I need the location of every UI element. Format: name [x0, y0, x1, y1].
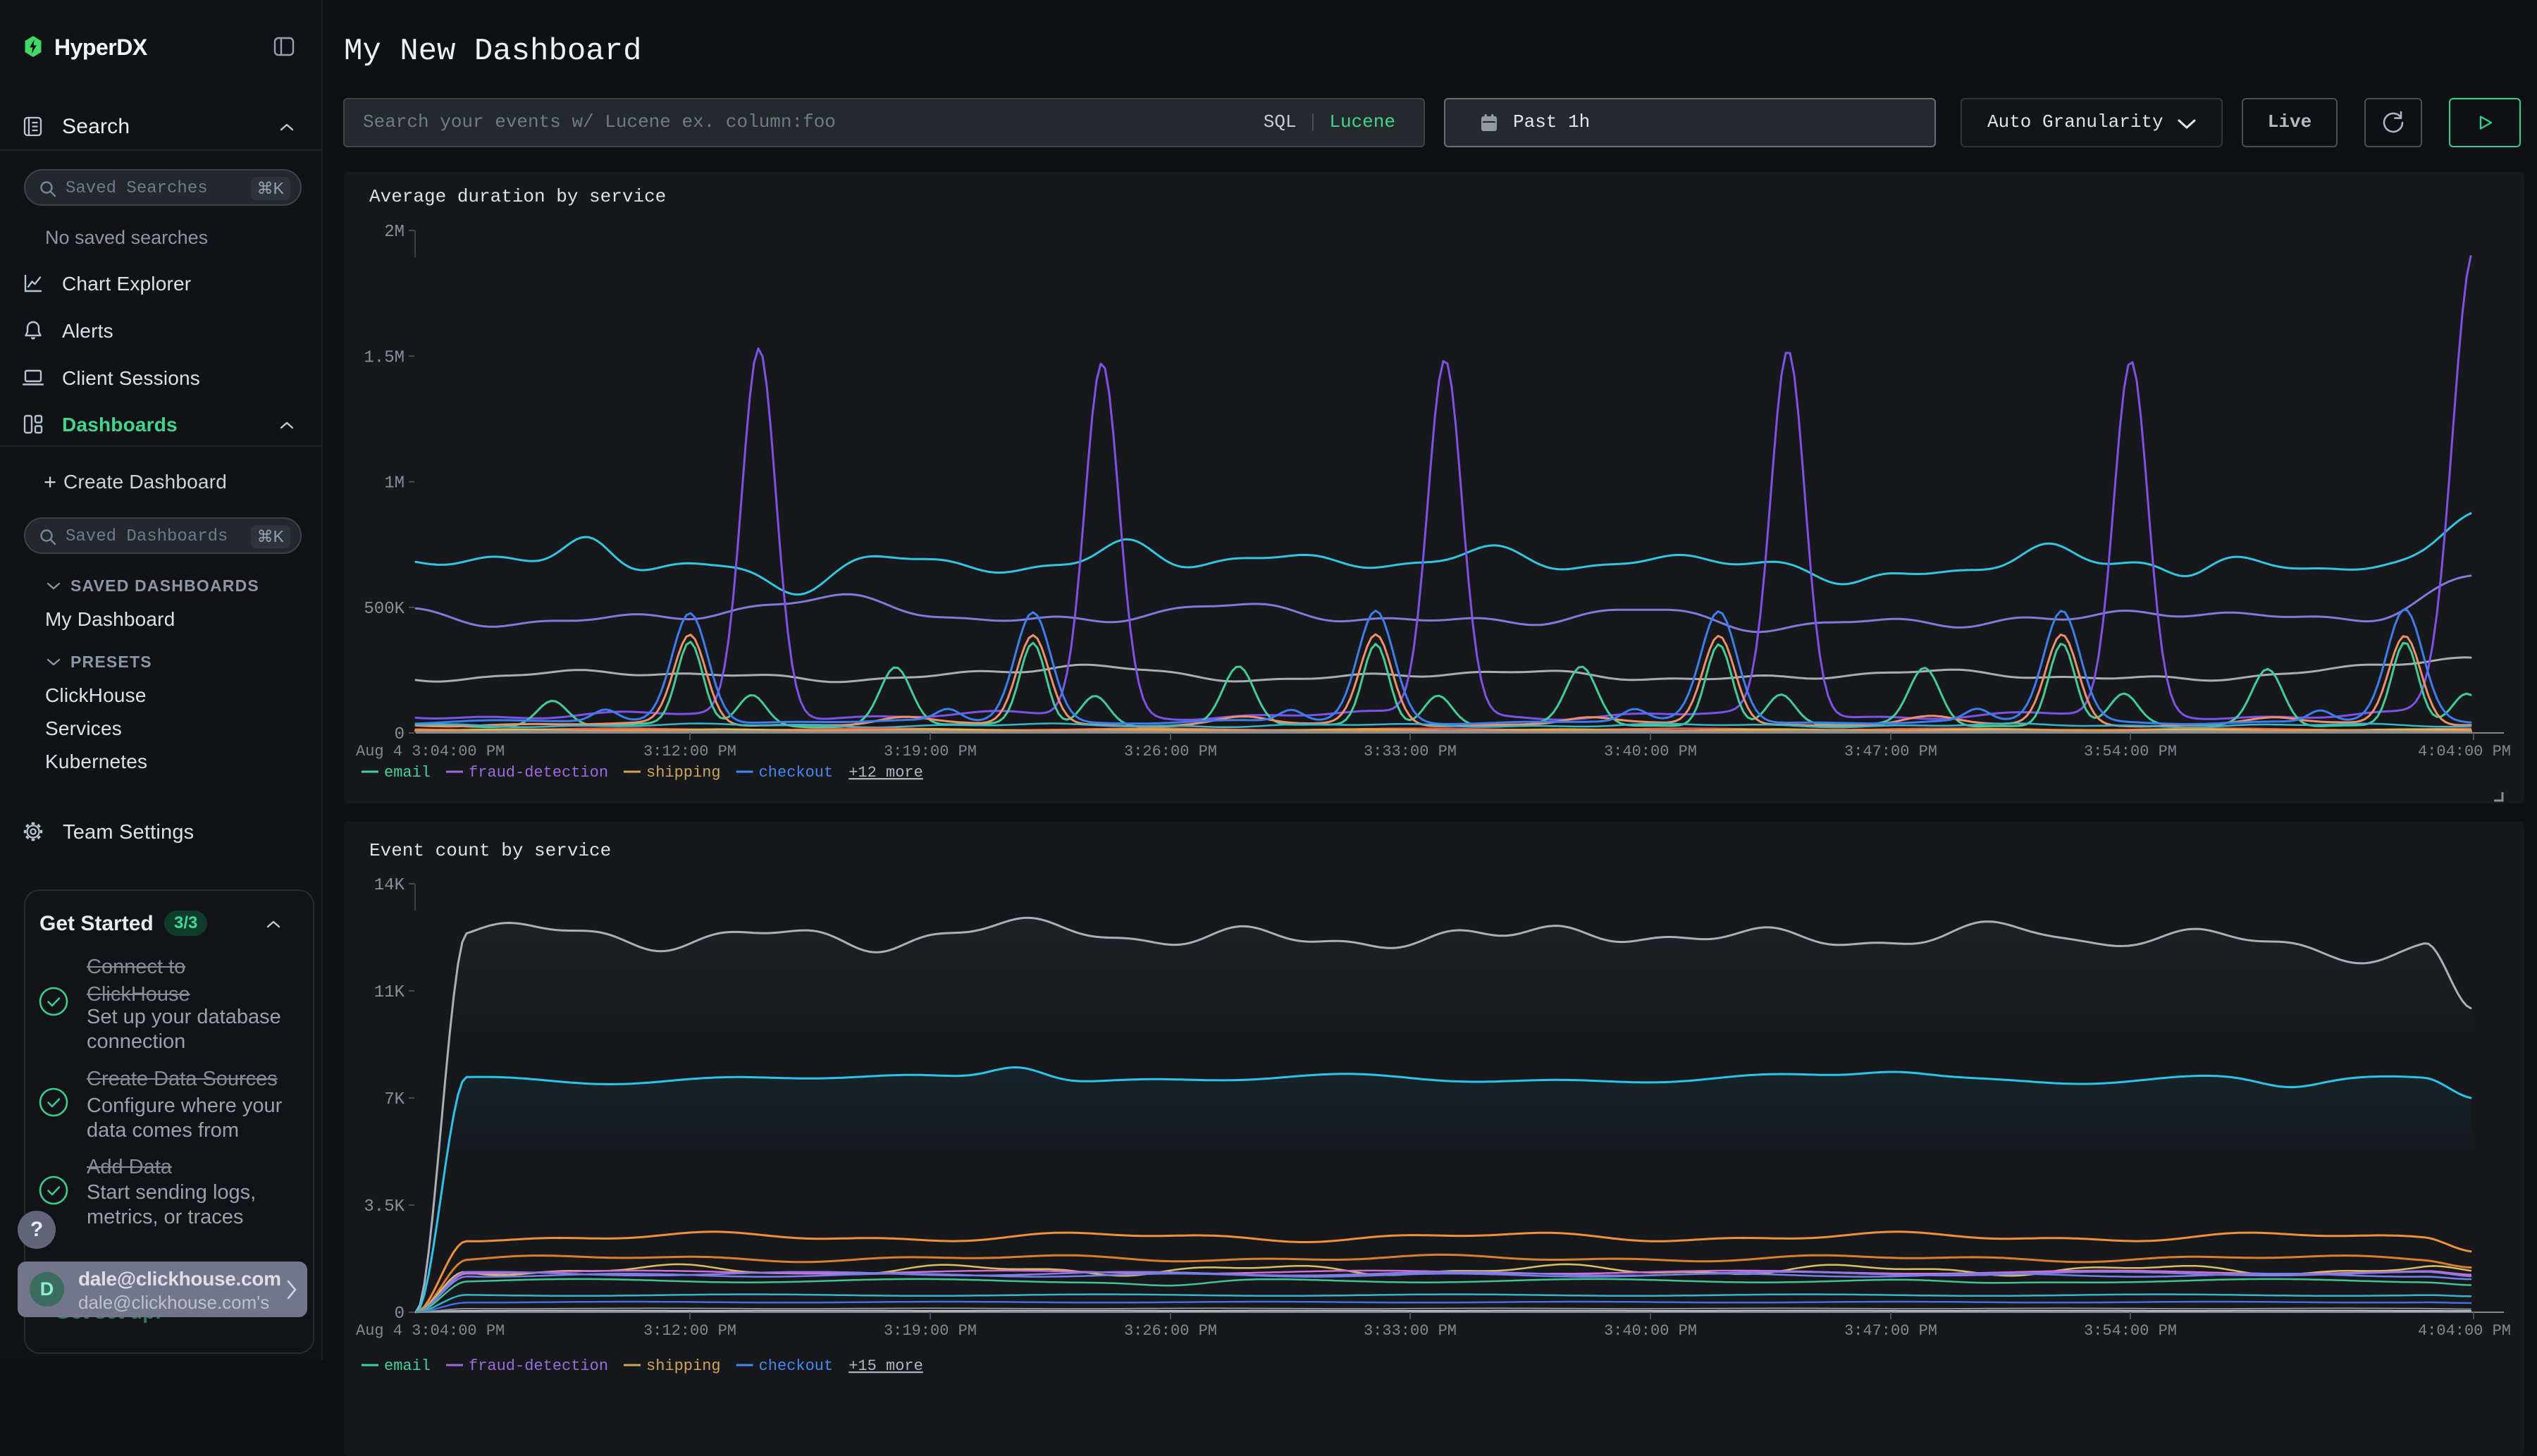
svg-text:3:26:00 PM: 3:26:00 PM: [1124, 1322, 1217, 1340]
svg-text:500K: 500K: [364, 600, 405, 619]
svg-text:3:40:00 PM: 3:40:00 PM: [1604, 1322, 1697, 1340]
svg-text:3:26:00 PM: 3:26:00 PM: [1124, 743, 1217, 760]
svg-text:3:12:00 PM: 3:12:00 PM: [643, 1322, 736, 1340]
svg-text:3:54:00 PM: 3:54:00 PM: [2084, 743, 2177, 760]
svg-text:3:19:00 PM: 3:19:00 PM: [884, 743, 977, 760]
svg-text:Aug 4 3:04:00 PM: Aug 4 3:04:00 PM: [356, 743, 505, 760]
svg-text:3:40:00 PM: 3:40:00 PM: [1604, 743, 1697, 760]
svg-text:11K: 11K: [374, 983, 405, 1002]
svg-text:Aug 4 3:04:00 PM: Aug 4 3:04:00 PM: [356, 1322, 505, 1340]
svg-text:email: email: [384, 764, 431, 782]
svg-text:3:33:00 PM: 3:33:00 PM: [1364, 743, 1457, 760]
svg-text:4:04:00 PM: 4:04:00 PM: [2418, 743, 2511, 760]
svg-text:3:33:00 PM: 3:33:00 PM: [1364, 1322, 1457, 1340]
svg-text:3:47:00 PM: 3:47:00 PM: [1844, 743, 1937, 760]
svg-text:7K: 7K: [384, 1090, 405, 1109]
svg-text:0: 0: [395, 1304, 405, 1324]
svg-text:14K: 14K: [374, 876, 405, 895]
svg-text:+12 more: +12 more: [848, 764, 923, 782]
svg-text:3:54:00 PM: 3:54:00 PM: [2084, 1322, 2177, 1340]
svg-text:3:47:00 PM: 3:47:00 PM: [1844, 1322, 1937, 1340]
svg-text:shipping: shipping: [646, 764, 721, 782]
svg-text:3:19:00 PM: 3:19:00 PM: [884, 1322, 977, 1340]
svg-text:3:12:00 PM: 3:12:00 PM: [643, 743, 736, 760]
svg-text:1.5M: 1.5M: [364, 348, 405, 367]
svg-text:4:04:00 PM: 4:04:00 PM: [2418, 1322, 2511, 1340]
svg-text:fraud-detection: fraud-detection: [469, 764, 608, 782]
svg-text:3.5K: 3.5K: [364, 1197, 405, 1216]
svg-text:1M: 1M: [384, 474, 405, 493]
svg-text:2M: 2M: [384, 223, 405, 242]
svg-text:checkout: checkout: [759, 764, 834, 782]
svg-text:0: 0: [395, 725, 405, 744]
